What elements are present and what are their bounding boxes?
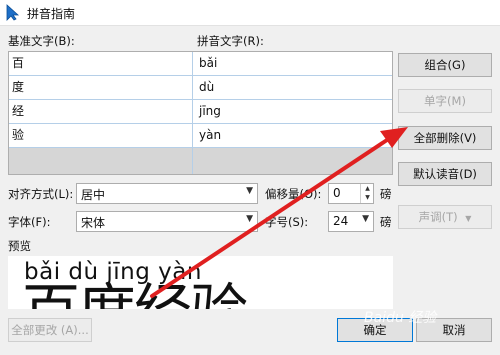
grid-row: 度 dù [9,76,392,100]
ruby-text-cell[interactable]: jīng [193,100,392,123]
font-select[interactable]: 宋体 ▼ [76,211,258,232]
watermark-logo: Baidu 经验 [364,310,437,326]
spin-up-icon[interactable]: ▲ [362,184,373,193]
ruby-text-cell[interactable]: dù [193,76,392,99]
chevron-down-icon: ▼ [362,214,369,224]
grid-row: 经 jīng [9,100,392,124]
chevron-down-icon: ▼ [246,214,253,224]
title-bar: 拼音指南 [0,0,500,26]
base-text-cell[interactable]: 百 [9,52,192,75]
font-size-unit-label: 磅 [380,215,392,229]
app-logo-icon [6,4,20,21]
offset-unit-label: 磅 [380,187,392,201]
pinyin-grid: 百 bǎi 度 dù 经 jīng 验 yàn [8,51,393,175]
font-value: 宋体 [81,216,106,230]
window-title: 拼音指南 [27,7,76,21]
grid-row: 验 yàn [9,124,392,148]
ruby-text-cell[interactable]: bǎi [193,52,392,75]
alignment-value: 居中 [81,188,106,202]
group-button[interactable]: 组合(G) [398,53,492,77]
preview-panel: bǎi dù jīng yàn 百度经验 [8,256,393,309]
preview-label: 预览 [8,239,31,253]
mono-button[interactable]: 单字(M) [398,89,492,113]
font-size-label: 字号(S): [265,215,309,229]
tone-button[interactable]: 声调(T) ▼ [398,205,492,229]
font-size-select[interactable]: 24 ▼ [328,211,374,232]
default-reading-button[interactable]: 默认读音(D) [398,162,492,186]
alignment-label: 对齐方式(L): [8,187,74,201]
grid-row: 百 bǎi [9,52,392,76]
offset-label: 偏移量(O): [265,187,322,201]
change-all-button[interactable]: 全部更改 (A)... [8,318,92,342]
base-text-label: 基准文字(B): [8,34,75,48]
spin-down-icon[interactable]: ▼ [362,193,373,202]
base-text-cell[interactable]: 度 [9,76,192,99]
tone-button-label: 声调(T) [418,210,458,224]
column-divider [192,52,193,174]
clear-all-button[interactable]: 全部删除(V) [398,126,492,150]
base-text-cell[interactable]: 经 [9,100,192,123]
font-label: 字体(F): [8,215,51,229]
preview-hanzi: 百度经验 [22,282,248,309]
chevron-down-icon: ▼ [246,186,253,196]
ruby-text-label: 拼音文字(R): [197,34,264,48]
dropdown-arrow-icon: ▼ [465,214,472,223]
alignment-select[interactable]: 居中 ▼ [76,183,258,204]
font-size-value: 24 [333,214,349,228]
offset-value: 0 [333,186,341,200]
ruby-text-cell[interactable]: yàn [193,124,392,147]
offset-spinner[interactable]: 0 ▲ ▼ [328,183,374,204]
base-text-cell[interactable]: 验 [9,124,192,147]
